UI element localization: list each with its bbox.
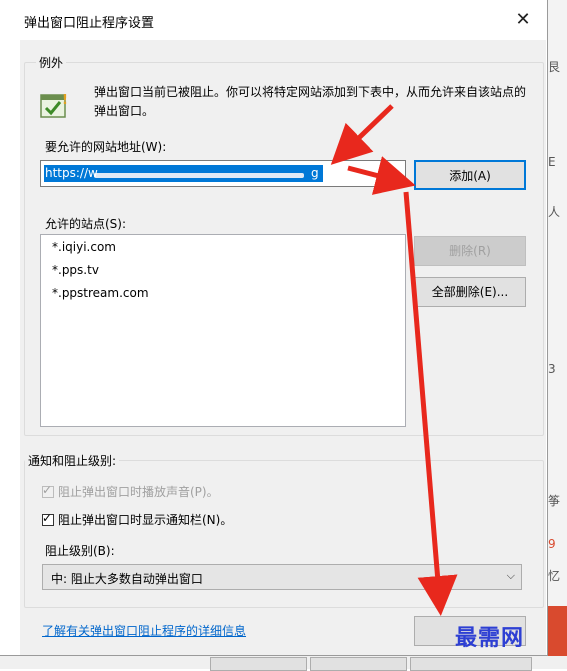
annotation-arrows [330, 104, 458, 616]
arrow-to-add-button [347, 156, 416, 195]
watermark-logo: 最需网 [455, 626, 525, 651]
arrow-to-close-button [403, 191, 458, 616]
arrow-to-url-input [330, 104, 394, 165]
